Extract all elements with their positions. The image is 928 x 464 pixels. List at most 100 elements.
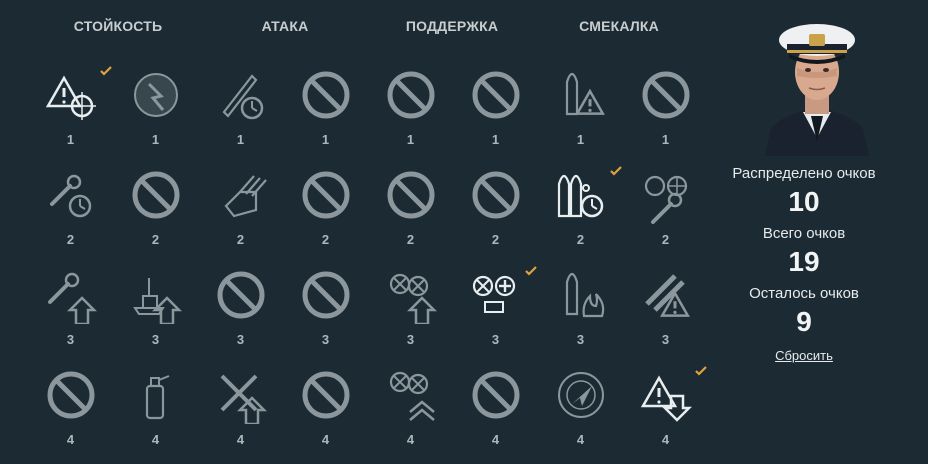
skill-button-radar-4[interactable] — [552, 366, 610, 424]
commander-portrait — [757, 16, 877, 156]
skill-button-turret-2[interactable] — [212, 166, 270, 224]
skill-button-shell-warning-1[interactable] — [552, 66, 610, 124]
skill-button-wrench-arrow-up-3[interactable] — [42, 266, 100, 324]
skill-button-locked-4[interactable] — [467, 366, 525, 424]
skill-button-aa-arrow-up-3[interactable] — [382, 266, 440, 324]
skill-button-warning-arrow-down-4[interactable] — [637, 366, 695, 424]
checkmark-icon — [525, 266, 537, 276]
skill-tier-label: 4 — [661, 432, 670, 447]
skill-tier-label: 1 — [236, 132, 245, 147]
skill-cell: 4 — [283, 360, 368, 458]
points-distributed-value: 10 — [788, 186, 820, 217]
skill-button-locked-1[interactable] — [637, 66, 695, 124]
skill-button-locked-4[interactable] — [42, 366, 100, 424]
locked-icon — [387, 71, 435, 119]
radar-icon — [558, 372, 604, 418]
skill-tier-label: 1 — [661, 132, 670, 147]
skill-cell: 1 — [623, 60, 708, 158]
skill-cell: 4 — [28, 360, 113, 458]
skill-button-warning-crosshair-1[interactable] — [42, 66, 100, 124]
skill-button-ship-arrow-up-3[interactable] — [127, 266, 185, 324]
skill-button-shell-fire-3[interactable] — [552, 266, 610, 324]
skill-tier-label: 4 — [236, 432, 245, 447]
locked-icon — [47, 371, 95, 419]
skill-button-fan-gear-wrench-2[interactable] — [637, 166, 695, 224]
skill-button-aircraft-arrow-up-4[interactable] — [212, 366, 270, 424]
skill-cell: 3 — [283, 260, 368, 358]
skill-tier-label: 2 — [66, 232, 75, 247]
commander-panel: Распределено очков 10 Всего очков 19 Ост… — [714, 0, 928, 464]
locked-icon — [302, 171, 350, 219]
points-remaining-label: Осталось очков — [749, 285, 859, 302]
skill-tier-label: 2 — [491, 232, 500, 247]
skill-button-locked-1[interactable] — [467, 66, 525, 124]
skill-button-torpedo-boat-1[interactable] — [127, 66, 185, 124]
skill-button-shells-warning-3[interactable] — [637, 266, 695, 324]
shell-warning-icon — [565, 72, 605, 116]
column-header-endurance: СТОЙКОСТЬ — [73, 18, 163, 34]
skill-cell: 2 — [283, 160, 368, 258]
skill-cell: 3 — [538, 260, 623, 358]
aircraft-arrow-up-icon — [220, 374, 268, 424]
skill-cell: 1 — [198, 60, 283, 158]
skill-tier-label: 3 — [661, 332, 670, 347]
skill-cell: 2 — [198, 160, 283, 258]
locked-icon — [302, 71, 350, 119]
skill-tier-label: 4 — [406, 432, 415, 447]
skill-cell: 4 — [538, 360, 623, 458]
skill-cell: 3 — [198, 260, 283, 358]
skill-cell: 4 — [113, 360, 198, 458]
skill-cell: 2 — [538, 160, 623, 258]
skill-cell: 2 — [113, 160, 198, 258]
column-header-attack: АТАКА — [261, 18, 309, 34]
skill-button-locked-2[interactable] — [297, 166, 355, 224]
shells-warning-icon — [645, 274, 690, 317]
skill-button-aa-plus-3[interactable] — [467, 266, 525, 324]
aa-double-arrow-icon — [389, 371, 435, 421]
skill-tier-label: 1 — [576, 132, 585, 147]
skill-tier-label: 2 — [576, 232, 585, 247]
skill-cell: 4 — [623, 360, 708, 458]
skill-button-locked-4[interactable] — [297, 366, 355, 424]
skill-tier-label: 3 — [321, 332, 330, 347]
skill-button-extinguisher-4[interactable] — [127, 366, 185, 424]
skill-cell: 3 — [368, 260, 453, 358]
skill-button-locked-3[interactable] — [297, 266, 355, 324]
shell-timer-icon — [222, 74, 264, 120]
skill-button-locked-3[interactable] — [212, 266, 270, 324]
warning-crosshair-icon — [45, 75, 96, 120]
skill-tier-label: 4 — [576, 432, 585, 447]
locked-icon — [302, 271, 350, 319]
skill-button-locked-2[interactable] — [382, 166, 440, 224]
ship-arrow-up-icon — [133, 278, 183, 324]
skill-tier-label: 1 — [66, 132, 75, 147]
skill-button-locked-2[interactable] — [127, 166, 185, 224]
locked-icon — [472, 171, 520, 219]
skill-button-locked-2[interactable] — [467, 166, 525, 224]
skill-button-shells-timer-2[interactable] — [552, 166, 610, 224]
reset-button[interactable]: Сбросить — [714, 348, 894, 363]
skill-button-wrench-timer-2[interactable] — [42, 166, 100, 224]
skill-button-shell-timer-1[interactable] — [212, 66, 270, 124]
skill-tier-label: 1 — [491, 132, 500, 147]
skill-cell: 3 — [453, 260, 538, 358]
points-total-label: Всего очков — [762, 225, 846, 242]
skill-cell: 1 — [113, 60, 198, 158]
skill-grid: 1 1 1 1 1 1 1 1 2 2 2 2 2 2 2 2 3 3 3 3 3 3 3 3 4 4 4 4 4 4 4 4 — [28, 60, 708, 464]
skill-button-aa-double-arrow-4[interactable] — [382, 366, 440, 424]
warning-arrow-down-icon — [640, 375, 693, 422]
points-total-value: 19 — [788, 246, 820, 277]
points-remaining-value: 9 — [796, 306, 812, 337]
skill-cell: 2 — [28, 160, 113, 258]
skill-button-locked-1[interactable] — [382, 66, 440, 124]
locked-icon — [302, 371, 350, 419]
turret-icon — [224, 175, 267, 218]
checkmark-icon — [610, 166, 622, 176]
skill-tier-label: 3 — [151, 332, 160, 347]
skill-cell: 2 — [368, 160, 453, 258]
skill-tier-label: 1 — [151, 132, 160, 147]
skill-cell: 3 — [113, 260, 198, 358]
skill-cell: 1 — [368, 60, 453, 158]
skill-button-locked-1[interactable] — [297, 66, 355, 124]
skill-tier-label: 4 — [151, 432, 160, 447]
